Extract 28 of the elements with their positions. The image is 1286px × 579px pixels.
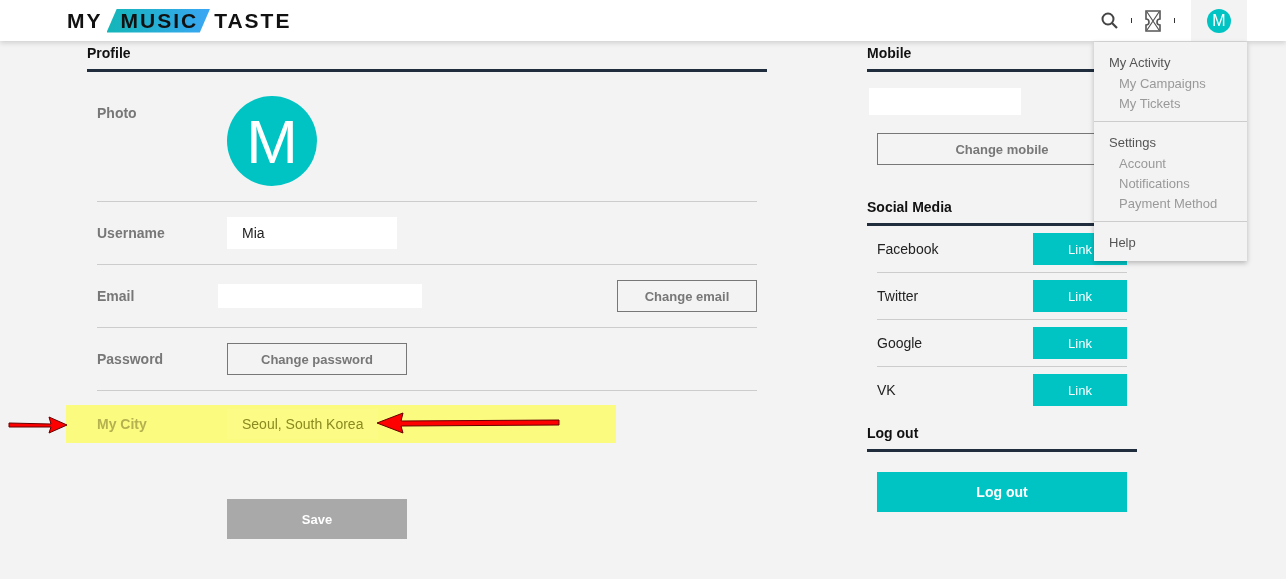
field-label: Photo [97,105,138,121]
field-label: My City [97,416,148,432]
section-heading: Log out [867,421,1137,452]
link-button[interactable]: Link [1033,374,1127,406]
pointer-arrow [7,413,69,435]
logout-button[interactable]: Log out [877,472,1127,512]
field-label: Username [97,225,166,241]
logo[interactable]: MY MUSIC TASTE [67,8,292,33]
field-label: Password [97,351,165,367]
network-name: Google [877,335,923,351]
network-name: Facebook [877,241,939,257]
avatar[interactable]: M [1207,8,1231,33]
input-field[interactable]: Seoul, South Korea [227,409,379,439]
network-name: Twitter [877,288,919,304]
field-label: Email [97,288,136,304]
link-button[interactable]: Link [1033,327,1127,359]
menu-item[interactable]: My Tickets [1094,91,1247,111]
input-field[interactable]: Mia [227,217,397,249]
ticket-icon[interactable] [1144,8,1162,33]
link-button[interactable]: Link [1033,280,1127,312]
menu-item[interactable]: Notifications [1094,171,1247,191]
change-button[interactable]: Change email [617,280,757,312]
menu-item[interactable]: My Campaigns [1094,71,1247,91]
search-icon[interactable] [1101,11,1119,30]
section-heading: Profile [87,41,767,72]
network-name: VK [877,382,896,398]
avatar[interactable]: M [227,96,317,186]
change-button[interactable]: Change password [227,343,407,375]
